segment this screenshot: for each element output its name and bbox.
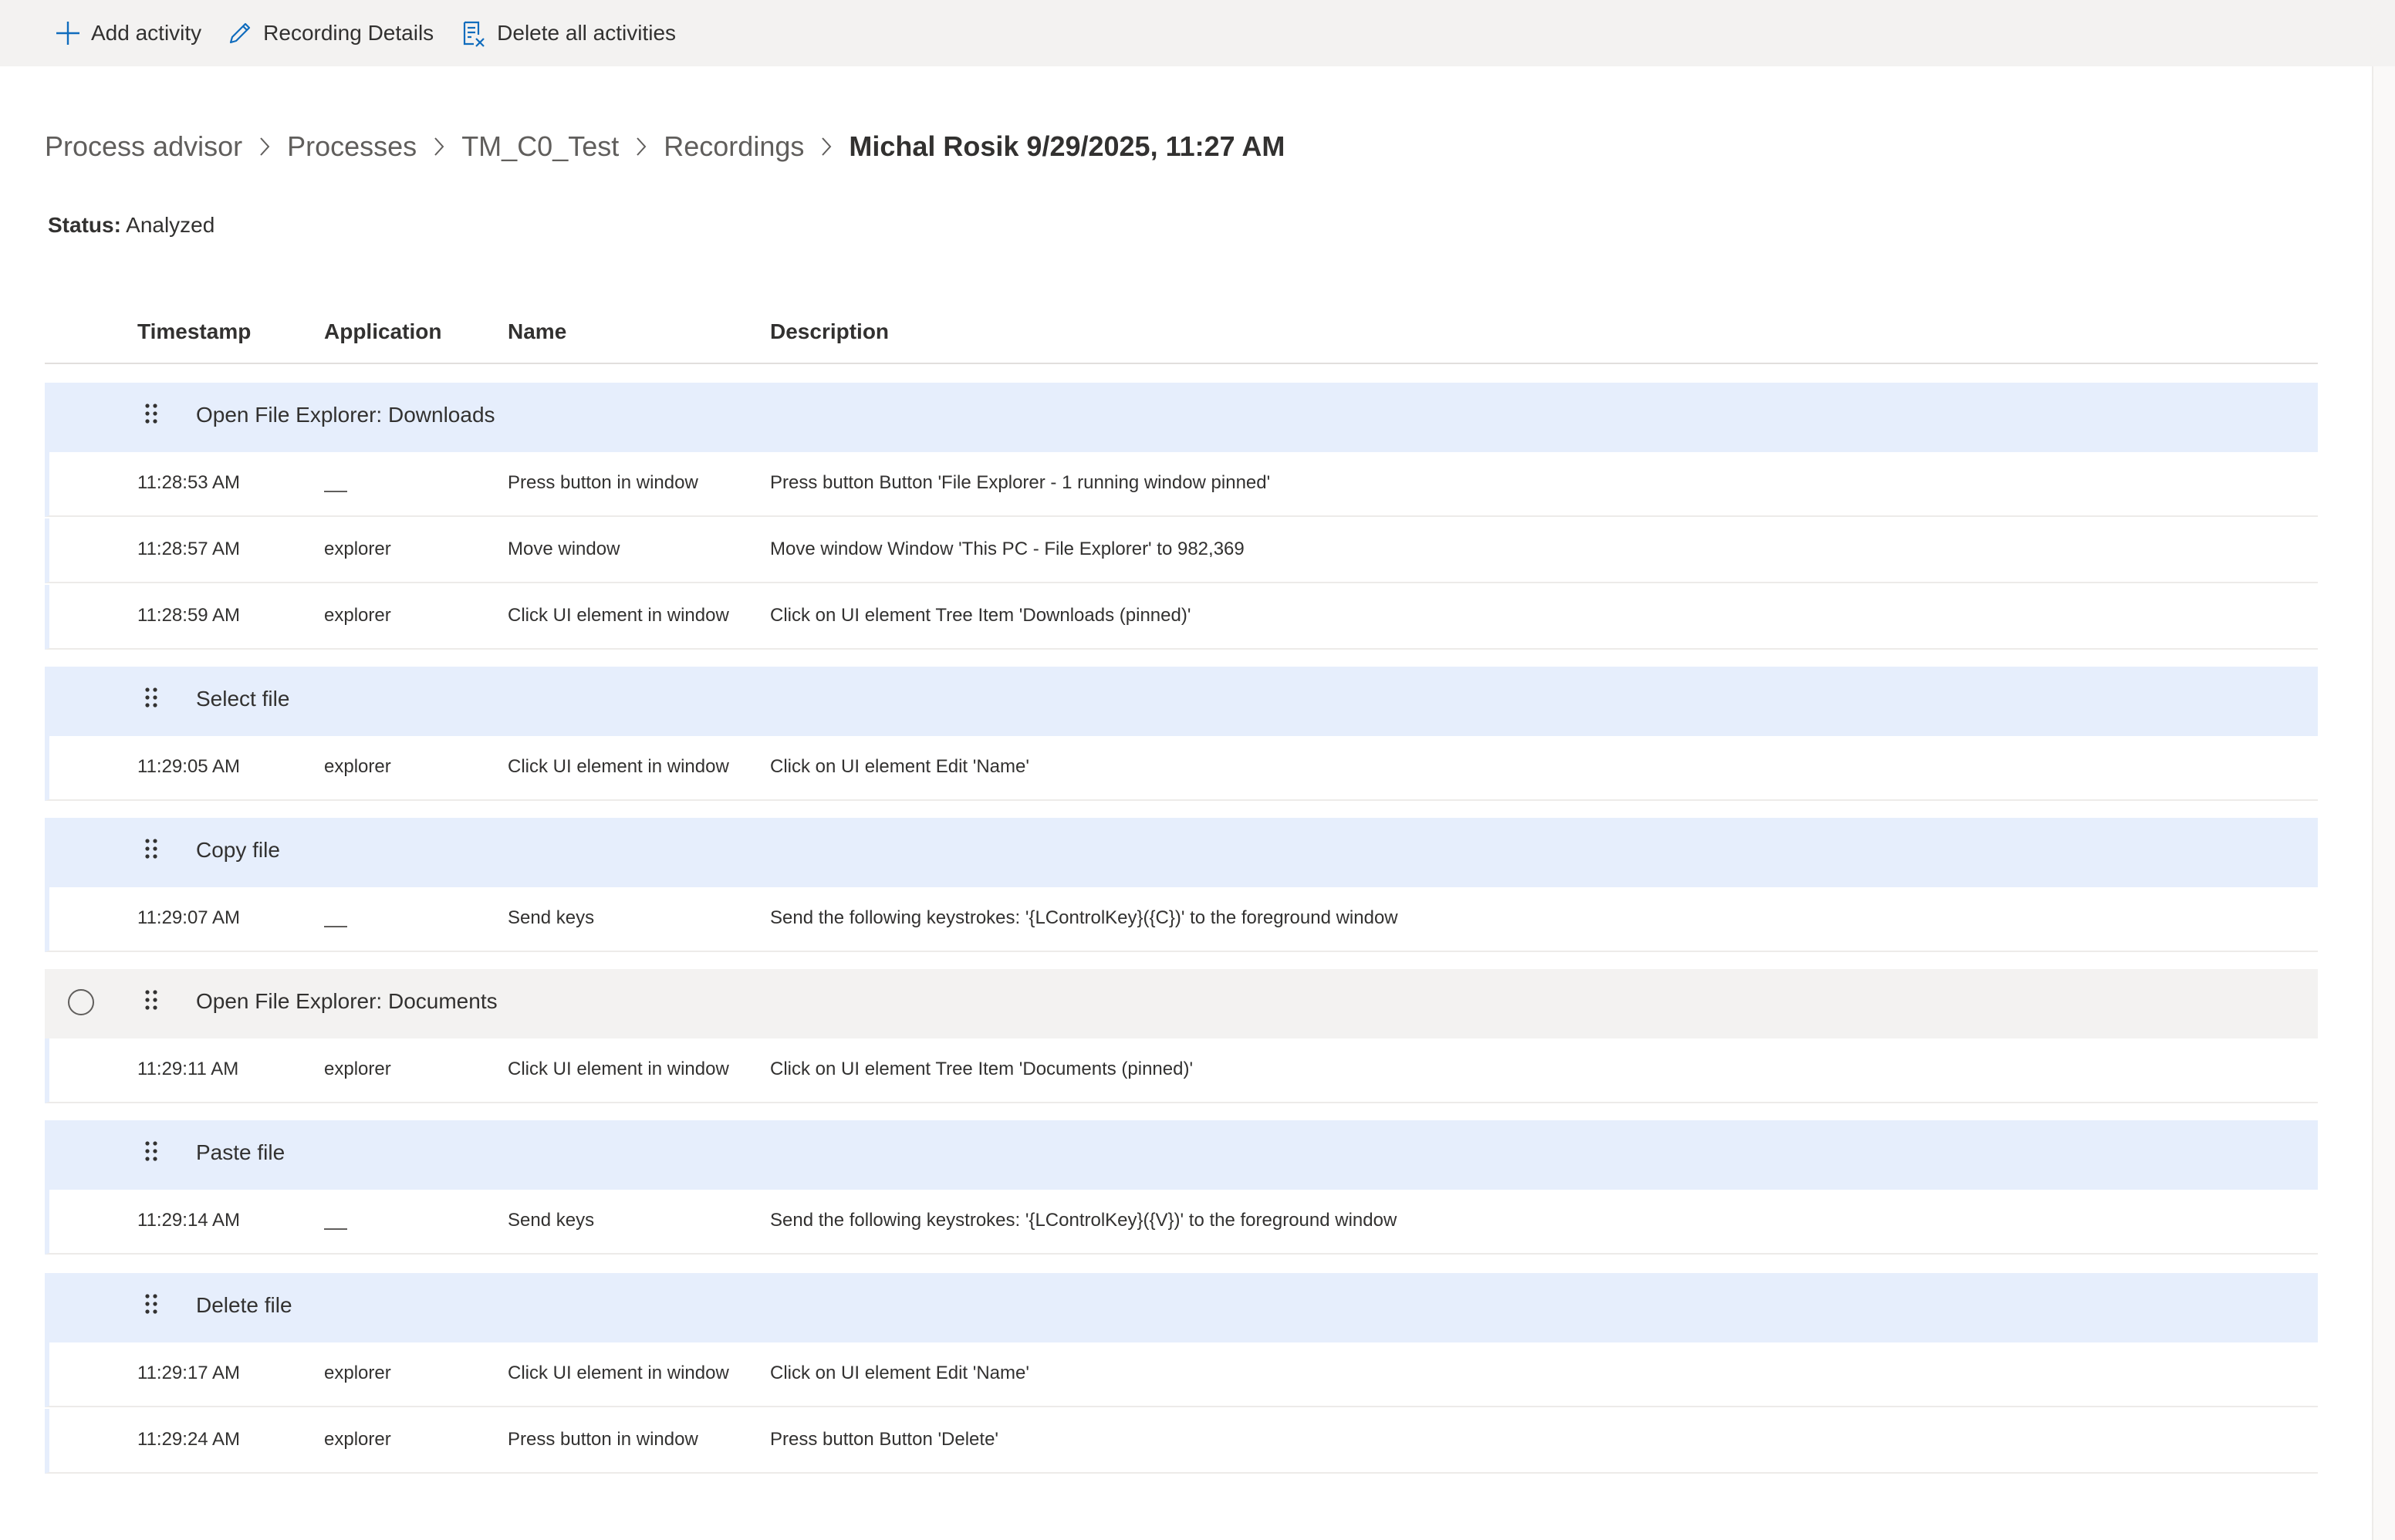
cell-timestamp: 11:29:07 AM bbox=[137, 907, 240, 928]
chevron-right-icon bbox=[258, 136, 272, 157]
chevron-right-icon bbox=[819, 136, 833, 157]
empty-application-dash bbox=[324, 926, 347, 927]
empty-application-dash bbox=[324, 1228, 347, 1230]
delete-all-activities-button[interactable]: Delete all activities bbox=[460, 0, 676, 66]
cell-timestamp: 11:29:11 AM bbox=[137, 1059, 239, 1079]
delete-list-icon bbox=[460, 19, 488, 47]
recording-status: Status: Analyzed bbox=[48, 213, 215, 238]
cell-application: explorer bbox=[324, 605, 391, 626]
drag-handle-icon[interactable] bbox=[144, 1139, 159, 1170]
table-row[interactable]: 11:28:57 AM explorer Move window Move wi… bbox=[45, 518, 2318, 583]
add-activity-button[interactable]: Add activity bbox=[54, 0, 201, 66]
cell-name: Send keys bbox=[508, 1210, 595, 1231]
cell-description: Press button Button 'Delete' bbox=[770, 1429, 999, 1450]
column-header-timestamp[interactable]: Timestamp bbox=[137, 319, 251, 344]
select-group-checkbox[interactable] bbox=[68, 989, 94, 1015]
table-row[interactable]: 11:29:07 AM Send keys Send the following… bbox=[45, 887, 2318, 952]
cell-application: explorer bbox=[324, 1059, 391, 1079]
delete-all-activities-label: Delete all activities bbox=[497, 21, 677, 45]
cell-name: Press button in window bbox=[508, 472, 698, 493]
breadcrumb-process-advisor[interactable]: Process advisor bbox=[45, 130, 242, 163]
status-value: Analyzed bbox=[126, 213, 215, 237]
table-row[interactable]: 11:29:11 AM explorer Click UI element in… bbox=[45, 1038, 2318, 1103]
cell-name: Click UI element in window bbox=[508, 1363, 729, 1383]
command-bar: Add activity Recording Details Delete al… bbox=[0, 0, 2395, 66]
cell-description: Click on UI element Edit 'Name' bbox=[770, 1363, 1029, 1383]
cell-name: Send keys bbox=[508, 907, 595, 928]
column-header-description[interactable]: Description bbox=[770, 319, 889, 344]
cell-application: explorer bbox=[324, 756, 391, 777]
cell-description: Click on UI element Edit 'Name' bbox=[770, 756, 1029, 777]
cell-application: explorer bbox=[324, 539, 391, 559]
column-header-name[interactable]: Name bbox=[508, 319, 566, 344]
cell-description: Click on UI element Tree Item 'Documents… bbox=[770, 1059, 1194, 1079]
cell-timestamp: 11:29:14 AM bbox=[137, 1210, 240, 1231]
table-row[interactable]: 11:28:59 AM explorer Click UI element in… bbox=[45, 585, 2318, 650]
pencil-icon bbox=[226, 19, 254, 47]
drag-handle-icon[interactable] bbox=[144, 836, 159, 868]
group-title: Delete file bbox=[196, 1293, 292, 1317]
activity-group[interactable]: Open File Explorer: Downloads bbox=[45, 383, 2318, 452]
table-header: Timestamp Application Name Description bbox=[45, 309, 2318, 364]
side-panel-edge bbox=[2372, 66, 2395, 1540]
cell-description: Move window Window 'This PC - File Explo… bbox=[770, 539, 1245, 559]
cell-description: Click on UI element Tree Item 'Downloads… bbox=[770, 605, 1191, 626]
activity-group[interactable]: Open File Explorer: Documents bbox=[45, 969, 2318, 1038]
cell-description: Send the following keystrokes: '{LContro… bbox=[770, 907, 1398, 928]
drag-handle-icon[interactable] bbox=[144, 988, 159, 1019]
activity-group[interactable]: Delete file bbox=[45, 1273, 2318, 1342]
cell-application: explorer bbox=[324, 1429, 391, 1450]
cell-name: Click UI element in window bbox=[508, 756, 729, 777]
status-label: Status: bbox=[48, 213, 121, 237]
cell-timestamp: 11:29:05 AM bbox=[137, 756, 240, 777]
table-row[interactable]: 11:29:17 AM explorer Click UI element in… bbox=[45, 1342, 2318, 1407]
table-row[interactable]: 11:29:05 AM explorer Click UI element in… bbox=[45, 736, 2318, 801]
group-title: Open File Explorer: Documents bbox=[196, 989, 498, 1013]
table-row[interactable]: 11:29:14 AM Send keys Send the following… bbox=[45, 1190, 2318, 1255]
breadcrumb-processes[interactable]: Processes bbox=[287, 130, 417, 163]
plus-icon bbox=[54, 19, 82, 47]
cell-timestamp: 11:28:59 AM bbox=[137, 605, 240, 626]
drag-handle-icon[interactable] bbox=[144, 685, 159, 717]
group-title: Select file bbox=[196, 687, 290, 711]
breadcrumb-process[interactable]: TM_C0_Test bbox=[461, 130, 619, 163]
breadcrumb-recordings[interactable]: Recordings bbox=[664, 130, 804, 163]
chevron-right-icon bbox=[432, 136, 446, 157]
cell-timestamp: 11:29:17 AM bbox=[137, 1363, 240, 1383]
activity-group[interactable]: Select file bbox=[45, 667, 2318, 736]
cell-timestamp: 11:29:24 AM bbox=[137, 1429, 240, 1450]
cell-application: explorer bbox=[324, 1363, 391, 1383]
recording-details-button[interactable]: Recording Details bbox=[226, 0, 434, 66]
cell-name: Press button in window bbox=[508, 1429, 698, 1450]
breadcrumb: Process advisor Processes TM_C0_Test Rec… bbox=[45, 123, 1285, 170]
cell-timestamp: 11:28:57 AM bbox=[137, 539, 240, 559]
empty-application-dash bbox=[324, 491, 347, 492]
group-title: Paste file bbox=[196, 1140, 285, 1164]
cell-name: Move window bbox=[508, 539, 620, 559]
drag-handle-icon[interactable] bbox=[144, 401, 159, 433]
table-row[interactable]: 11:29:24 AM explorer Press button in win… bbox=[45, 1409, 2318, 1474]
chevron-right-icon bbox=[634, 136, 648, 157]
drag-handle-icon[interactable] bbox=[144, 1292, 159, 1323]
column-header-application[interactable]: Application bbox=[324, 319, 441, 344]
cell-description: Press button Button 'File Explorer - 1 r… bbox=[770, 472, 1271, 493]
group-title: Open File Explorer: Downloads bbox=[196, 403, 495, 427]
add-activity-label: Add activity bbox=[91, 21, 202, 45]
activity-group[interactable]: Paste file bbox=[45, 1120, 2318, 1190]
table-row[interactable]: 11:28:53 AM Press button in window Press… bbox=[45, 452, 2318, 517]
cell-description: Send the following keystrokes: '{LContro… bbox=[770, 1210, 1397, 1231]
page-title: Michal Rosik 9/29/2025, 11:27 AM bbox=[849, 130, 1285, 162]
recording-details-label: Recording Details bbox=[263, 21, 434, 45]
group-title: Copy file bbox=[196, 838, 280, 862]
cell-name: Click UI element in window bbox=[508, 1059, 729, 1079]
activity-group[interactable]: Copy file bbox=[45, 818, 2318, 887]
cell-timestamp: 11:28:53 AM bbox=[137, 472, 240, 493]
cell-name: Click UI element in window bbox=[508, 605, 729, 626]
